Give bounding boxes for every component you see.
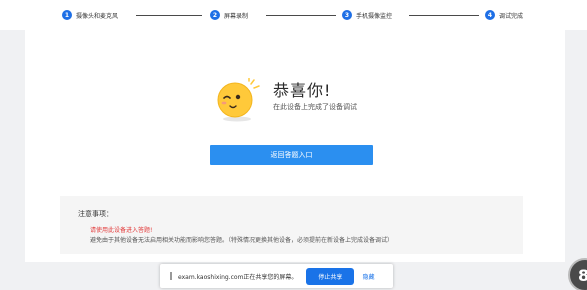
stop-sharing-button[interactable]: 停止共享 <box>306 267 355 285</box>
corner-badge[interactable]: 8 <box>568 258 587 290</box>
notice-warning: 请使用此设备进入答题! <box>90 227 153 234</box>
step-screen-record: 2 屏幕录制 <box>210 9 248 21</box>
step-number: 4 <box>485 10 495 20</box>
drag-handle-icon[interactable] <box>170 272 172 280</box>
congrats-subtitle: 在此设备上完成了设备调试 <box>273 103 357 111</box>
step-number: 3 <box>342 10 352 20</box>
step-label: 屏幕录制 <box>224 12 249 20</box>
return-to-exam-button[interactable]: 返回答题入口 <box>210 145 373 165</box>
step-label: 调试完成 <box>499 12 524 20</box>
step-connector <box>266 15 336 16</box>
page: 1 摄像头和麦克风 2 屏幕录制 3 手机摄像监控 4 调试完成 恭喜你! 在此… <box>0 0 587 290</box>
screen-share-bar: exam.kaoshixing.com正在共享您的屏幕。 停止共享 隐藏 <box>160 264 393 288</box>
hide-link[interactable]: 隐藏 <box>362 272 374 281</box>
step-connector <box>136 15 202 16</box>
step-connector <box>409 15 479 16</box>
step-label: 摄像头和麦克风 <box>76 12 119 20</box>
progress-steps: 1 摄像头和麦克风 2 屏幕录制 3 手机摄像监控 4 调试完成 <box>0 0 587 30</box>
notice-title: 注意事项： <box>78 210 113 218</box>
congrats-title: 恭喜你! <box>273 81 332 100</box>
step-camera-mic: 1 摄像头和麦克风 <box>62 9 118 21</box>
step-number: 1 <box>62 10 72 20</box>
share-message: exam.kaoshixing.com正在共享您的屏幕。 <box>178 273 298 281</box>
step-debug-complete: 4 调试完成 <box>485 9 523 21</box>
corner-badge-label: 8 <box>578 266 587 285</box>
notice-box: 注意事项： 请使用此设备进入答题! 避免由于其他设备无法启用相关功能而影响您答题… <box>60 196 523 254</box>
winking-emoji-icon <box>217 78 260 122</box>
step-phone-camera: 3 手机摄像监控 <box>342 9 392 21</box>
notice-detail: 避免由于其他设备无法启用相关功能而影响您答题。（特殊情况更换其他设备，必须提前在… <box>90 237 394 244</box>
step-number: 2 <box>210 10 220 20</box>
step-label: 手机摄像监控 <box>356 12 393 20</box>
